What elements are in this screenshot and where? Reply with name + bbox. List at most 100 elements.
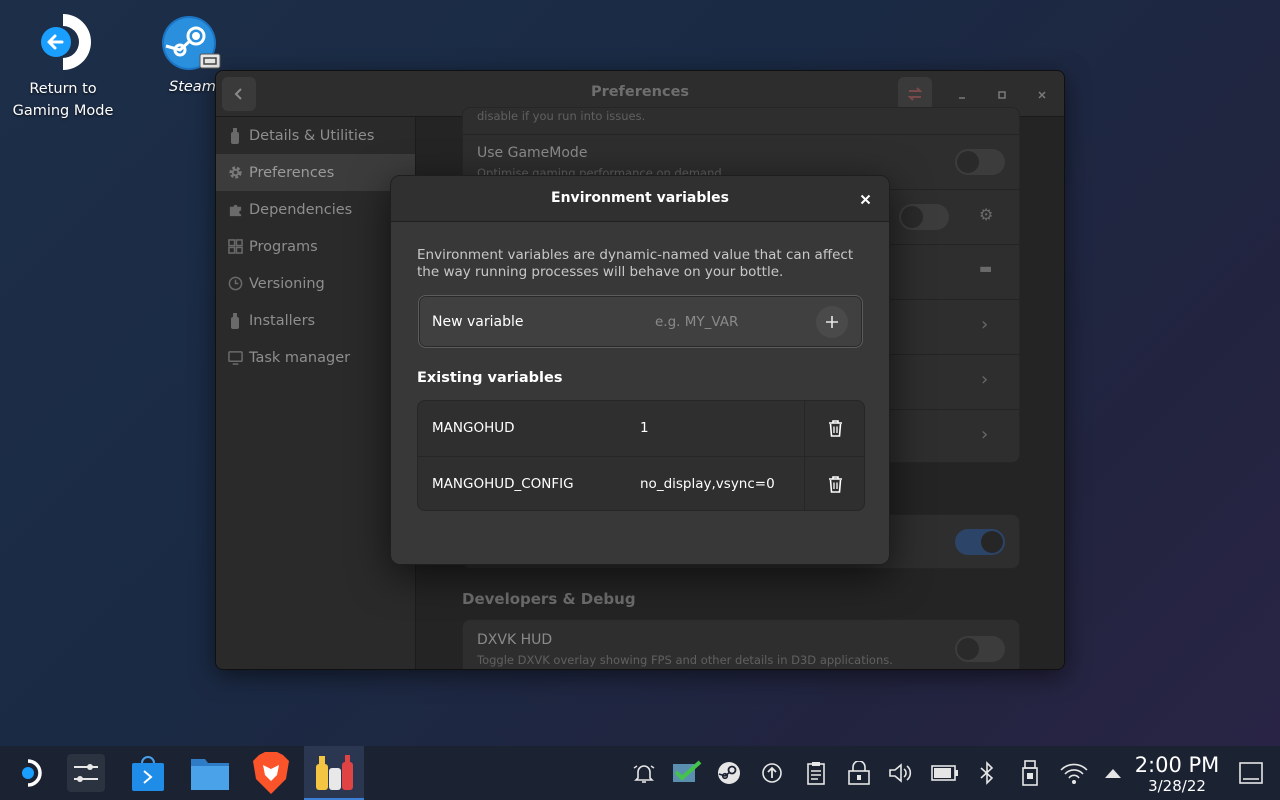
minimize-icon	[959, 97, 965, 99]
new-variable-label: New variable	[432, 314, 524, 330]
puzzle-icon	[227, 202, 243, 218]
sidebar-item-label: Dependencies	[249, 201, 353, 218]
monitor-icon	[227, 350, 243, 366]
steam-icon	[162, 16, 221, 70]
new-variable-input[interactable]	[655, 310, 795, 334]
dxvk-toggle[interactable]	[955, 636, 1005, 662]
sidebar-item-label: Task manager	[249, 349, 351, 366]
setting-toggle[interactable]	[955, 529, 1005, 555]
sidebar-item-label: Installers	[249, 312, 316, 329]
close-window-button[interactable]	[1030, 83, 1054, 107]
new-variable-row: New variable	[418, 295, 863, 348]
swap-icon	[907, 87, 923, 101]
sidebar: Details & Utilities Preferences Dependen…	[216, 117, 416, 669]
tray-expand-icon[interactable]	[1100, 760, 1126, 786]
sidebar-item-installers[interactable]: Installers	[216, 302, 415, 339]
bottle-icon	[227, 312, 243, 329]
settings-row: disable if you run into issues.	[463, 108, 1019, 135]
gear-icon[interactable]: ⚙	[979, 205, 993, 224]
sidebar-item-label: Versioning	[249, 275, 325, 292]
close-icon	[1038, 91, 1046, 99]
chevron-right-icon: ›	[981, 424, 989, 445]
brave-browser-launcher[interactable]	[241, 746, 301, 800]
shortcut-label: Return to Gaming Mode	[12, 81, 114, 119]
minimize-button[interactable]	[950, 83, 974, 107]
file-manager-launcher[interactable]	[180, 746, 240, 800]
battery-icon[interactable]	[930, 760, 960, 786]
bottles-icon	[316, 755, 353, 790]
folder-icon[interactable]: ▬	[979, 261, 992, 277]
delete-variable-button[interactable]	[804, 457, 864, 510]
notifications-icon[interactable]	[631, 760, 657, 786]
clock-date: 3/28/22	[1148, 777, 1206, 795]
bottles-launcher[interactable]	[304, 746, 364, 800]
application-launcher-button[interactable]	[0, 746, 56, 800]
discover-bag-icon	[132, 756, 164, 791]
variables-list: MANGOHUD 1 MANGOHUD_CONFIG no_display,vs…	[417, 400, 865, 511]
existing-variables-title: Existing variables	[417, 370, 563, 386]
run-executable-button[interactable]	[898, 77, 932, 111]
variable-name: MANGOHUD	[432, 420, 515, 436]
sidebar-item-task-manager[interactable]: Task manager	[216, 339, 415, 376]
return-arrow-icon	[41, 14, 91, 70]
bluetooth-icon[interactable]	[974, 760, 1000, 786]
sidebar-item-label: Preferences	[249, 164, 335, 181]
vault-icon[interactable]	[846, 760, 872, 786]
return-to-gaming-mode-shortcut[interactable]: Return to Gaming Mode	[8, 12, 118, 122]
row-subtitle: Toggle DXVK overlay showing FPS and othe…	[477, 653, 893, 667]
delete-variable-button[interactable]	[804, 401, 864, 456]
sidebar-item-versioning[interactable]: Versioning	[216, 265, 415, 302]
settings-sliders-icon	[67, 754, 105, 792]
discover-launcher[interactable]	[118, 746, 178, 800]
add-variable-button[interactable]	[816, 306, 848, 338]
bottle-icon	[227, 127, 243, 144]
variable-value[interactable]: 1	[640, 420, 649, 436]
close-dialog-button[interactable]	[855, 189, 875, 209]
usb-drive-icon[interactable]	[1017, 760, 1043, 786]
steam-tray-icon[interactable]	[716, 760, 742, 786]
maximize-button[interactable]	[990, 83, 1014, 107]
clock-icon	[227, 276, 243, 292]
update-status-icon[interactable]	[672, 760, 704, 786]
dxvk-row: DXVK HUD Toggle DXVK overlay showing FPS…	[463, 620, 1019, 669]
list-item: MANGOHUD 1	[418, 401, 864, 456]
trash-icon	[829, 420, 842, 437]
gear-icon	[227, 165, 243, 181]
sidebar-item-label: Details & Utilities	[249, 127, 375, 144]
sidebar-item-details[interactable]: Details & Utilities	[216, 117, 415, 154]
steamos-logo-icon	[22, 759, 42, 787]
folder-icon	[191, 759, 229, 790]
window-title: Preferences	[590, 84, 690, 100]
dialog-description: Environment variables are dynamic-named …	[417, 247, 854, 280]
trash-icon	[829, 476, 842, 493]
sidebar-item-preferences[interactable]: Preferences	[216, 154, 415, 191]
close-icon	[860, 194, 870, 204]
setting-toggle[interactable]	[899, 204, 949, 230]
sidebar-item-programs[interactable]: Programs	[216, 228, 415, 265]
system-settings-launcher[interactable]	[56, 746, 116, 800]
system-update-icon[interactable]	[759, 760, 785, 786]
volume-icon[interactable]	[888, 760, 914, 786]
variable-name: MANGOHUD_CONFIG	[432, 476, 574, 492]
digital-clock[interactable]: 2:00 PM 3/28/22	[1134, 753, 1220, 795]
list-item: MANGOHUD_CONFIG no_display,vsync=0	[418, 456, 864, 510]
maximize-icon	[998, 91, 1006, 99]
chevron-right-icon: ›	[981, 369, 989, 390]
show-desktop-icon[interactable]	[1238, 760, 1264, 786]
variable-value[interactable]: no_display,vsync=0	[640, 476, 775, 492]
gamemode-toggle[interactable]	[955, 149, 1005, 175]
settings-card: DXVK HUD Toggle DXVK overlay showing FPS…	[462, 619, 1020, 669]
row-title: DXVK HUD	[477, 632, 553, 648]
clipboard-icon[interactable]	[803, 760, 829, 786]
row-subtitle: disable if you run into issues.	[477, 109, 646, 123]
environment-variables-dialog: Environment variables Environment variab…	[390, 175, 890, 565]
chevron-right-icon: ›	[981, 314, 989, 335]
developers-section-title: Developers & Debug	[462, 590, 636, 608]
wifi-icon[interactable]	[1058, 760, 1090, 786]
sidebar-item-dependencies[interactable]: Dependencies	[216, 191, 415, 228]
grid-icon	[227, 239, 243, 255]
row-title: Use GameMode	[477, 145, 588, 161]
taskbar	[0, 746, 1280, 800]
dialog-header: Environment variables	[391, 176, 889, 222]
plus-icon	[826, 316, 838, 328]
